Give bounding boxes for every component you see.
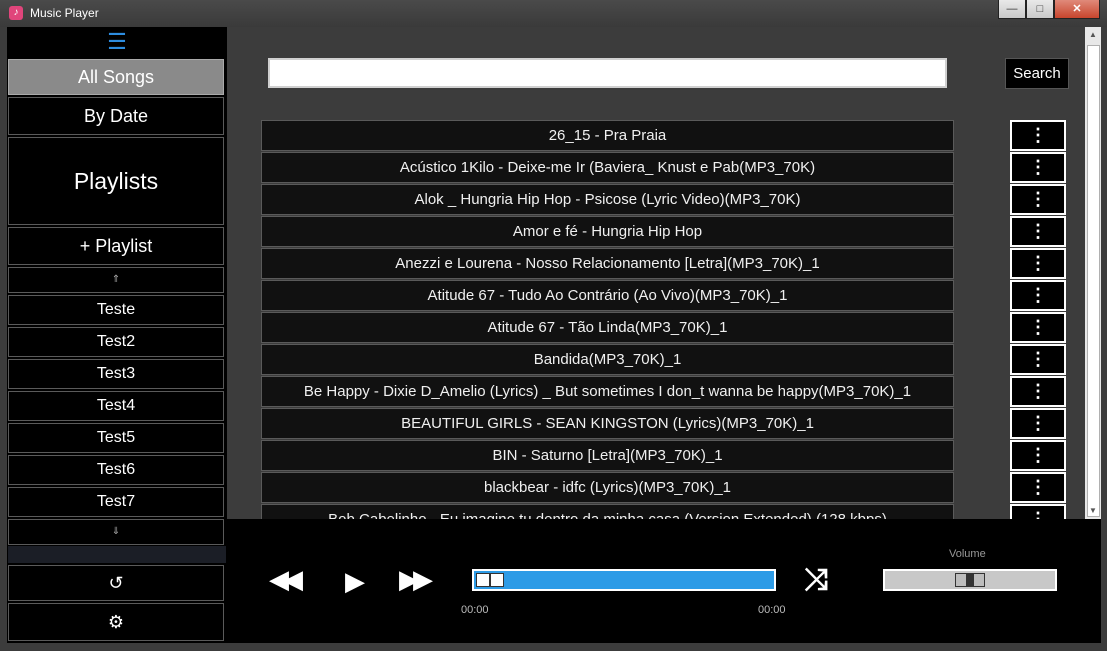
scroll-up-arrow-icon[interactable]: ▲	[1085, 27, 1101, 43]
minimize-button[interactable]: —	[998, 0, 1026, 19]
by-date-button[interactable]: By Date	[8, 97, 224, 135]
shuffle-icon[interactable]: ⤨	[804, 563, 828, 597]
time-elapsed: 00:00	[461, 604, 489, 616]
song-row[interactable]: Amor e fé - Hungria Hip Hop	[261, 216, 954, 247]
menu-icon[interactable]: ☰	[7, 27, 227, 57]
next-track-icon[interactable]: ▶▶	[399, 564, 433, 595]
playlist-item[interactable]: Test4	[8, 391, 224, 421]
playlist-item[interactable]: Test7	[8, 487, 224, 517]
song-options-icon[interactable]: ⋮	[1010, 376, 1066, 407]
song-row[interactable]: Bob Cabelinho - Eu imagino tu dentro da …	[261, 504, 954, 519]
song-options-icon[interactable]: ⋮	[1010, 344, 1066, 375]
all-songs-button[interactable]: All Songs	[8, 59, 224, 95]
song-row[interactable]: Alok _ Hungria Hip Hop - Psicose (Lyric …	[261, 184, 954, 215]
volume-handle[interactable]	[955, 573, 985, 587]
song-options-icon[interactable]: ⋮	[1010, 440, 1066, 471]
playlist-item[interactable]: Test2	[8, 327, 224, 357]
playlist-item[interactable]: Test5	[8, 423, 224, 453]
song-row[interactable]: Atitude 67 - Tudo Ao Contrário (Ao Vivo)…	[261, 280, 954, 311]
song-row[interactable]: Acústico 1Kilo - Deixe-me Ir (Baviera_ K…	[261, 152, 954, 183]
progress-handle[interactable]	[476, 573, 504, 587]
window-title: Music Player	[30, 6, 99, 20]
song-options-icon[interactable]: ⋮	[1010, 312, 1066, 343]
sidebar: ☰ All Songs By Date Playlists + Playlist…	[7, 27, 227, 643]
scroll-thumb[interactable]	[1087, 45, 1100, 517]
song-row[interactable]: 26_15 - Pra Praia	[261, 120, 954, 151]
song-options-icon[interactable]: ⋮	[1010, 408, 1066, 439]
sidebar-spacer	[8, 546, 226, 563]
close-button[interactable]: ✕	[1054, 0, 1100, 19]
song-list: 26_15 - Pra Praia Acústico 1Kilo - Deixe-…	[261, 120, 955, 519]
play-icon[interactable]: ▶	[345, 566, 365, 597]
main-panel: Search 26_15 - Pra Praia Acústico 1Kilo -…	[227, 27, 1085, 519]
add-playlist-button[interactable]: + Playlist	[8, 227, 224, 265]
refresh-icon[interactable]: ↺	[8, 565, 224, 601]
song-list-scrollbar[interactable]: ▲ ▼	[1085, 27, 1101, 519]
playlist-scroll-down-icon[interactable]: ⇓	[8, 519, 224, 545]
song-options-icon[interactable]: ⋮	[1010, 184, 1066, 215]
song-options-icon[interactable]: ⋮	[1010, 216, 1066, 247]
maximize-button[interactable]: □	[1026, 0, 1054, 19]
player-bar: ◀◀ ▶ ▶▶ 00:00 00:00 ⤨ Volume	[227, 519, 1101, 643]
scroll-down-arrow-icon[interactable]: ▼	[1085, 503, 1101, 519]
window-titlebar: ♪ Music Player — □ ✕	[0, 0, 1107, 27]
playlist-item[interactable]: Test6	[8, 455, 224, 485]
music-note-icon: ♪	[9, 6, 23, 20]
song-options-icon[interactable]: ⋮	[1010, 120, 1066, 151]
playlist-scroll-up-icon[interactable]: ⇑	[8, 267, 224, 293]
song-row[interactable]: blackbear - idfc (Lyrics)(MP3_70K)_1	[261, 472, 954, 503]
progress-bar[interactable]	[472, 569, 776, 591]
search-input[interactable]	[268, 58, 947, 88]
song-options-icon[interactable]: ⋮	[1010, 472, 1066, 503]
settings-icon[interactable]: ⚙	[8, 603, 224, 641]
song-row[interactable]: BIN - Saturno [Letra](MP3_70K)_1	[261, 440, 954, 471]
song-row[interactable]: Be Happy - Dixie D_Amelio (Lyrics) _ But…	[261, 376, 954, 407]
playlist-item[interactable]: Teste	[8, 295, 224, 325]
song-options-icon[interactable]: ⋮	[1010, 152, 1066, 183]
previous-track-icon[interactable]: ◀◀	[269, 564, 303, 595]
volume-label: Volume	[949, 548, 986, 560]
search-button[interactable]: Search	[1005, 58, 1069, 89]
song-options-icon[interactable]: ⋮	[1010, 504, 1066, 519]
window-controls: — □ ✕	[998, 0, 1100, 19]
song-options-icon[interactable]: ⋮	[1010, 280, 1066, 311]
song-row[interactable]: BEAUTIFUL GIRLS - SEAN KINGSTON (Lyrics)…	[261, 408, 954, 439]
song-row[interactable]: Atitude 67 - Tão Linda(MP3_70K)_1	[261, 312, 954, 343]
time-total: 00:00	[758, 604, 786, 616]
playlist-item[interactable]: Test3	[8, 359, 224, 389]
volume-slider[interactable]	[883, 569, 1057, 591]
playlists-button[interactable]: Playlists	[8, 137, 224, 225]
song-options-icon[interactable]: ⋮	[1010, 248, 1066, 279]
song-menu-column: ⋮ ⋮ ⋮ ⋮ ⋮ ⋮ ⋮ ⋮ ⋮ ⋮ ⋮ ⋮ ⋮	[1010, 120, 1067, 519]
song-row[interactable]: Anezzi e Lourena - Nosso Relacionamento …	[261, 248, 954, 279]
song-row[interactable]: Bandida(MP3_70K)_1	[261, 344, 954, 375]
